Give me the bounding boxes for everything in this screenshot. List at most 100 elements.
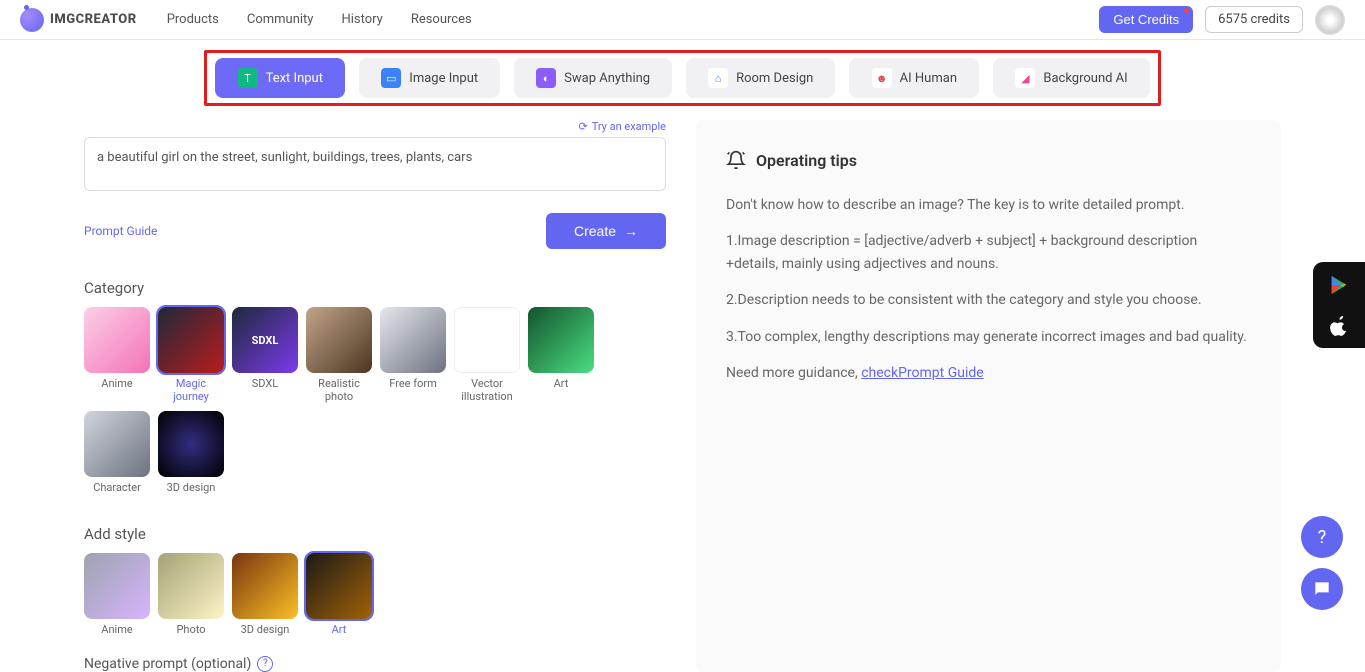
tab-text-input-label: Text Input [266, 71, 323, 86]
tab-swap-label: Swap Anything [564, 71, 650, 86]
create-button[interactable]: Create → [546, 213, 666, 249]
mode-bar: T Text Input ▭ Image Input ◐ Swap Anythi… [204, 50, 1160, 106]
tips-panel: Operating tips Don't know how to describ… [696, 120, 1281, 672]
category-3d-design[interactable]: 3D design [158, 411, 224, 494]
try-example-label: Try an example [592, 120, 666, 133]
prompt-guide-link[interactable]: Prompt Guide [84, 224, 157, 238]
category-anime[interactable]: Anime [84, 307, 150, 403]
chat-icon [1312, 579, 1332, 599]
top-nav: Products Community History Resources [167, 12, 472, 27]
category-magic-thumb [158, 307, 224, 373]
category-sdxl-label: SDXL [232, 377, 298, 390]
chat-fab[interactable] [1301, 568, 1343, 610]
bell-icon [726, 150, 746, 170]
category-anime-thumb [84, 307, 150, 373]
nav-products[interactable]: Products [167, 12, 219, 27]
logo-text: IMGCREATOR [50, 12, 137, 27]
category-realistic-photo[interactable]: Realistic photo [306, 307, 372, 403]
category-photo-thumb [306, 307, 372, 373]
tab-ai-human-label: AI Human [900, 71, 957, 86]
category-sdxl[interactable]: SDXL SDXL [232, 307, 298, 403]
prompt-guide-link-tips[interactable]: checkPrompt Guide [861, 365, 983, 381]
tip-guidance-prefix: Need more guidance, [726, 365, 861, 381]
try-example-link[interactable]: ⟳ Try an example [84, 120, 666, 133]
tab-bg-ai-label: Background AI [1043, 71, 1127, 86]
avatar[interactable] [1315, 5, 1345, 35]
category-vector-thumb [454, 307, 520, 373]
swap-icon: ◐ [536, 68, 556, 88]
create-button-label: Create [574, 223, 616, 239]
image-input-icon: ▭ [381, 68, 401, 88]
prompt-actions: Prompt Guide Create → [84, 213, 666, 249]
nav-community[interactable]: Community [247, 12, 314, 27]
tips-title: Operating tips [756, 151, 857, 170]
style-art-thumb [306, 553, 372, 619]
tips-body: Don't know how to describe an image? The… [726, 194, 1251, 384]
tab-room-label: Room Design [736, 71, 813, 86]
mode-bar-wrap: T Text Input ▭ Image Input ◐ Swap Anythi… [0, 40, 1365, 114]
header-right: Get Credits 6575 credits [1099, 5, 1345, 35]
style-photo[interactable]: Photo [158, 553, 224, 636]
nav-resources[interactable]: Resources [411, 12, 472, 27]
prompt-input[interactable] [84, 137, 666, 191]
apple-icon[interactable] [1328, 314, 1350, 336]
category-title: Category [84, 279, 666, 297]
category-character[interactable]: Character [84, 411, 150, 494]
room-icon: ⌂ [708, 68, 728, 88]
tab-swap[interactable]: ◐ Swap Anything [514, 58, 672, 98]
style-anime[interactable]: Anime [84, 553, 150, 636]
tab-bg-ai[interactable]: ◢ Background AI [993, 58, 1149, 98]
credits-count[interactable]: 6575 credits [1205, 6, 1303, 33]
text-input-icon: T [238, 68, 258, 88]
header: IMGCREATOR Products Community History Re… [0, 0, 1365, 40]
tab-text-input[interactable]: T Text Input [215, 58, 345, 98]
category-magic-label: Magic journey [158, 377, 224, 403]
category-character-label: Character [84, 481, 150, 494]
human-icon: ☻ [872, 68, 892, 88]
category-sdxl-thumb: SDXL [232, 307, 298, 373]
style-anime-thumb [84, 553, 150, 619]
app-store-badges [1313, 262, 1365, 348]
refresh-icon: ⟳ [578, 120, 587, 133]
style-title: Add style [84, 525, 666, 543]
sdxl-badge: SDXL [252, 334, 279, 347]
arrow-right-icon: → [624, 223, 638, 239]
category-character-thumb [84, 411, 150, 477]
tab-image-input-label: Image Input [409, 71, 478, 86]
category-3d-thumb [158, 411, 224, 477]
category-free-form[interactable]: Free form [380, 307, 446, 403]
category-anime-label: Anime [84, 377, 150, 390]
google-play-icon[interactable] [1328, 274, 1350, 296]
style-3d-thumb [232, 553, 298, 619]
style-art[interactable]: Art [306, 553, 372, 636]
tab-ai-human[interactable]: ☻ AI Human [849, 58, 979, 98]
negative-prompt-title: Negative prompt (optional) [84, 656, 251, 672]
help-fab[interactable]: ? [1301, 516, 1343, 558]
category-free-label: Free form [380, 377, 446, 390]
category-thumbs: Anime Magic journey SDXL SDXL Realistic p… [84, 307, 666, 495]
style-photo-thumb [158, 553, 224, 619]
category-free-thumb [380, 307, 446, 373]
style-thumbs: Anime Photo 3D design Art [84, 553, 666, 636]
category-art[interactable]: Art [528, 307, 594, 403]
category-art-label: Art [528, 377, 594, 390]
help-icon[interactable]: ? [257, 656, 273, 672]
negative-prompt-section: Negative prompt (optional) ? [84, 656, 666, 672]
bg-icon: ◢ [1015, 68, 1035, 88]
tab-image-input[interactable]: ▭ Image Input [359, 58, 500, 98]
tips-header: Operating tips [726, 150, 1251, 170]
tip-2: 2.Description needs to be consistent wit… [726, 289, 1251, 311]
get-credits-button[interactable]: Get Credits [1099, 6, 1193, 33]
category-magic-journey[interactable]: Magic journey [158, 307, 224, 403]
category-photo-label: Realistic photo [306, 377, 372, 403]
nav-history[interactable]: History [341, 12, 382, 27]
logo-icon [20, 8, 44, 32]
main: ⟳ Try an example Prompt Guide Create → C… [0, 120, 1365, 672]
category-vector[interactable]: Vector illustration [454, 307, 520, 403]
logo[interactable]: IMGCREATOR [20, 8, 137, 32]
category-art-thumb [528, 307, 594, 373]
left-column: ⟳ Try an example Prompt Guide Create → C… [84, 120, 666, 672]
tip-guidance: Need more guidance, checkPrompt Guide [726, 362, 1251, 384]
style-3d-design[interactable]: 3D design [232, 553, 298, 636]
tab-room[interactable]: ⌂ Room Design [686, 58, 835, 98]
